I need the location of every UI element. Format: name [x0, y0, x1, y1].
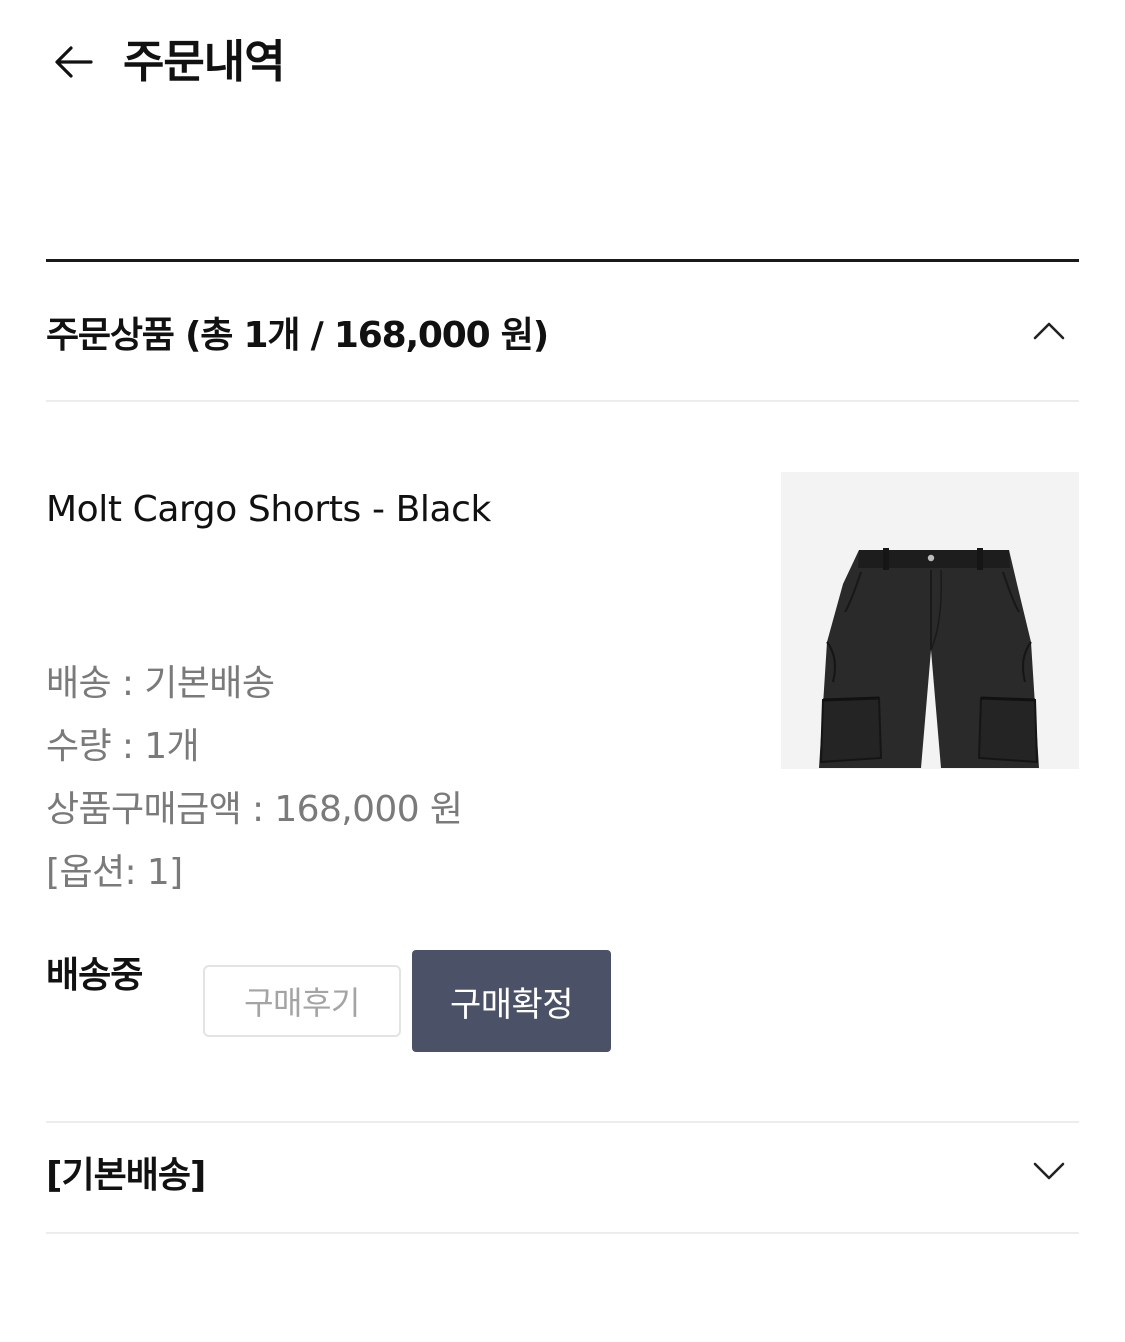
quantity: 수량 : 1개 [46, 726, 200, 767]
divider [46, 400, 1079, 402]
arrow-left-icon [55, 46, 93, 78]
page-title: 주문내역 [123, 35, 286, 88]
write-review-button[interactable]: 구매후기 [203, 965, 401, 1037]
order-status: 배송중 [46, 955, 143, 996]
product-info: 배송 : 기본배송 수량 : 1개 상품구매금액 : 168,000 원 [옵션… [46, 652, 463, 904]
confirm-purchase-button[interactable]: 구매확정 [412, 950, 611, 1052]
divider [46, 1232, 1079, 1234]
order-items-section-title: 주문상품 (총 1개 / 168,000 원) [46, 315, 549, 356]
shipping-section-toggle[interactable]: [기본배송] [46, 1124, 1079, 1234]
cargo-shorts-image [819, 548, 1039, 768]
product-image[interactable] [781, 472, 1079, 769]
shipping-method: 배송 : 기본배송 [46, 663, 275, 704]
header: 주문내역 [0, 0, 1125, 130]
order-items-section-toggle[interactable]: 주문상품 (총 1개 / 168,000 원) [46, 262, 1079, 402]
chevron-up-icon [1033, 322, 1065, 340]
product-name[interactable]: Molt Cargo Shorts - Black [46, 486, 491, 534]
chevron-down-icon [1033, 1162, 1065, 1180]
option: [옵션: 1] [46, 852, 183, 893]
purchase-amount: 상품구매금액 : 168,000 원 [46, 789, 463, 830]
divider [46, 1121, 1079, 1123]
shipping-section-title: [기본배송] [46, 1155, 206, 1196]
back-button[interactable] [46, 36, 102, 88]
